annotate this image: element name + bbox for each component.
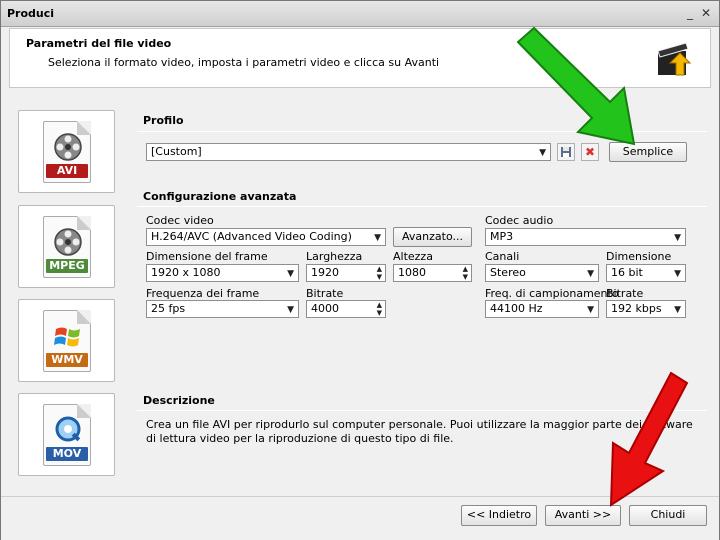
chevron-down-icon: ▼ — [287, 269, 294, 279]
sample-rate-value: 44100 Hz — [490, 302, 543, 315]
save-profile-icon[interactable] — [557, 143, 575, 161]
film-reel-icon — [54, 228, 82, 256]
height-spinner[interactable]: 1080 ▲ ▼ — [393, 264, 472, 282]
chevron-down-icon: ▼ — [374, 233, 381, 243]
video-codec-label: Codec video — [146, 214, 214, 227]
document-icon: AVI — [43, 121, 91, 183]
header-title: Parametri del file video — [26, 37, 172, 50]
chevron-down-icon: ▼ — [674, 269, 681, 279]
format-badge: WMV — [46, 353, 88, 367]
section-divider — [137, 410, 707, 411]
produce-dialog: Produci _ ✕ Parametri del file video Sel… — [0, 0, 720, 540]
advanced-section-title: Configurazione avanzata — [143, 190, 297, 203]
document-icon: WMV — [43, 310, 91, 372]
sample-size-select[interactable]: 16 bit ▼ — [606, 264, 686, 282]
description-text: Crea un file AVI per riprodurlo sul comp… — [146, 418, 693, 445]
bitrate-spinner[interactable]: 4000 ▲ ▼ — [306, 300, 386, 318]
next-button[interactable]: Avanti >> — [545, 505, 621, 526]
windows-logo-icon — [54, 327, 80, 347]
format-badge: MOV — [46, 447, 88, 461]
delete-profile-icon[interactable]: ✖ — [581, 143, 599, 161]
sample-size-value: 16 bit — [611, 266, 643, 279]
video-codec-value: H.264/AVC (Advanced Video Coding) — [151, 230, 352, 243]
format-mpeg-button[interactable]: MPEG — [18, 205, 115, 288]
spin-arrows-icon[interactable]: ▲ ▼ — [377, 301, 382, 317]
header-subtitle: Seleziona il formato video, imposta i pa… — [48, 56, 440, 69]
frame-size-label: Dimensione del frame — [146, 250, 268, 263]
bitrate-label: Bitrate — [306, 287, 344, 300]
format-badge: AVI — [46, 164, 88, 178]
profile-section-title: Profilo — [143, 114, 184, 127]
frame-rate-select[interactable]: 25 fps ▼ — [146, 300, 299, 318]
profile-select[interactable]: [Custom] ▼ — [146, 143, 551, 161]
frame-size-value: 1920 x 1080 — [151, 266, 221, 279]
wizard-header: Parametri del file video Seleziona il fo… — [9, 28, 711, 88]
width-spinner[interactable]: 1920 ▲ ▼ — [306, 264, 386, 282]
chevron-down-icon: ▼ — [539, 148, 546, 158]
sample-size-label: Dimensione — [606, 250, 672, 263]
simple-button[interactable]: Semplice — [609, 142, 687, 162]
format-badge: MPEG — [46, 259, 88, 273]
channels-label: Canali — [485, 250, 520, 263]
section-divider — [137, 131, 707, 132]
title-bar: Produci _ ✕ — [1, 1, 719, 27]
close-button[interactable]: Chiudi — [629, 505, 707, 526]
format-wmv-button[interactable]: WMV — [18, 299, 115, 382]
frame-rate-label: Frequenza dei frame — [146, 287, 260, 300]
minimize-icon[interactable]: _ — [683, 5, 697, 21]
section-divider — [137, 206, 707, 207]
clapperboard-export-icon — [657, 42, 692, 76]
description-section-title: Descrizione — [143, 394, 215, 407]
audio-bitrate-label: Bitrate — [606, 287, 644, 300]
spin-arrows-icon[interactable]: ▲ ▼ — [463, 265, 468, 281]
back-button[interactable]: << Indietro — [461, 505, 537, 526]
channels-select[interactable]: Stereo ▼ — [485, 264, 599, 282]
width-label: Larghezza — [306, 250, 363, 263]
advanced-button[interactable]: Avanzato... — [393, 227, 472, 247]
height-value: 1080 — [398, 266, 426, 279]
video-codec-select[interactable]: H.264/AVC (Advanced Video Coding) ▼ — [146, 228, 386, 246]
format-mov-button[interactable]: MOV — [18, 393, 115, 476]
chevron-down-icon: ▼ — [587, 305, 594, 315]
width-value: 1920 — [311, 266, 339, 279]
chevron-down-icon: ▼ — [674, 233, 681, 243]
chevron-down-icon: ▼ — [287, 305, 294, 315]
document-icon: MPEG — [43, 216, 91, 278]
spin-arrows-icon[interactable]: ▲ ▼ — [377, 265, 382, 281]
document-icon: MOV — [43, 404, 91, 466]
bitrate-value: 4000 — [311, 302, 339, 315]
audio-codec-select[interactable]: MP3 ▼ — [485, 228, 686, 246]
audio-codec-label: Codec audio — [485, 214, 554, 227]
audio-bitrate-value: 192 kbps — [611, 302, 662, 315]
close-window-icon[interactable]: ✕ — [699, 5, 713, 21]
quicktime-logo-icon — [55, 416, 81, 442]
height-label: Altezza — [393, 250, 433, 263]
chevron-down-icon: ▼ — [674, 305, 681, 315]
audio-codec-value: MP3 — [490, 230, 514, 243]
sample-rate-label: Freq. di campionamento — [485, 287, 619, 300]
sample-rate-select[interactable]: 44100 Hz ▼ — [485, 300, 599, 318]
frame-rate-value: 25 fps — [151, 302, 186, 315]
film-reel-icon — [54, 133, 82, 161]
profile-value: [Custom] — [151, 145, 202, 158]
chevron-down-icon: ▼ — [587, 269, 594, 279]
channels-value: Stereo — [490, 266, 526, 279]
window-title: Produci — [7, 7, 55, 20]
format-avi-button[interactable]: AVI — [18, 110, 115, 193]
audio-bitrate-select[interactable]: 192 kbps ▼ — [606, 300, 686, 318]
frame-size-select[interactable]: 1920 x 1080 ▼ — [146, 264, 299, 282]
